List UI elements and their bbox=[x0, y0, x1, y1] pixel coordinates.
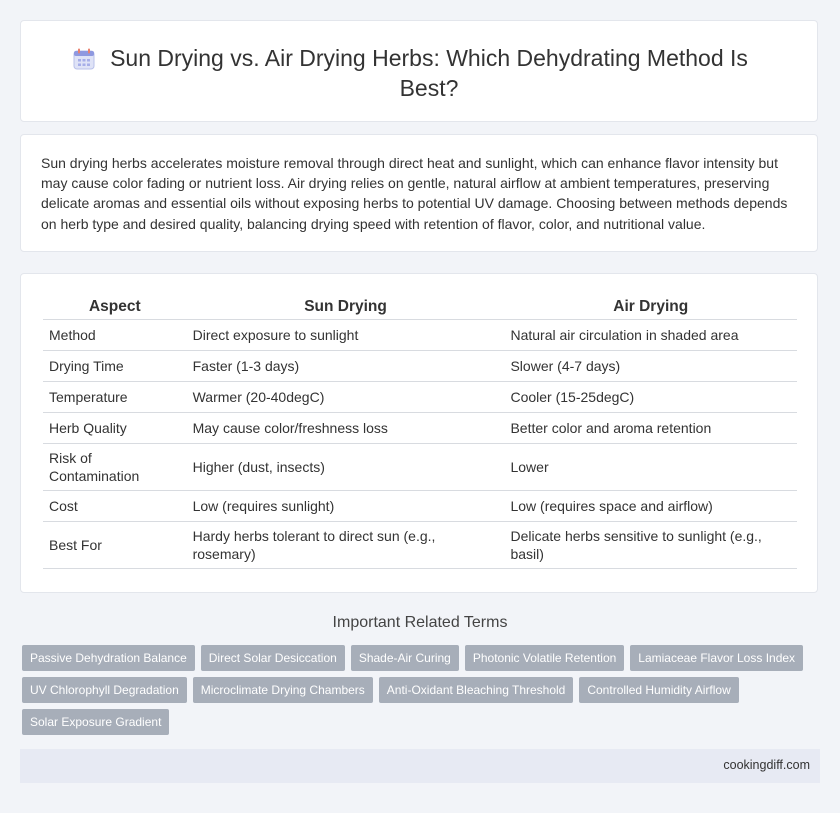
table-row: Best For Hardy herbs tolerant to direct … bbox=[43, 522, 797, 569]
related-term-tag[interactable]: Lamiaceae Flavor Loss Index bbox=[630, 645, 804, 671]
table-cell: Lower bbox=[504, 444, 797, 491]
table-row: Risk of Contamination Higher (dust, inse… bbox=[43, 444, 797, 491]
related-term-tag[interactable]: UV Chlorophyll Degradation bbox=[22, 677, 187, 703]
header-sun-drying: Sun Drying bbox=[186, 294, 505, 320]
table-cell: Delicate herbs sensitive to sunlight (e.… bbox=[504, 522, 797, 569]
table-row: Drying Time Faster (1-3 days) Slower (4-… bbox=[43, 351, 797, 382]
comparison-card: Aspect Sun Drying Air Drying Method Dire… bbox=[20, 273, 818, 593]
footer-site-link[interactable]: cookingdiff.com bbox=[723, 758, 810, 772]
table-cell: Natural air circulation in shaded area bbox=[504, 320, 797, 351]
table-cell: Risk of Contamination bbox=[43, 444, 187, 491]
table-cell: Herb Quality bbox=[43, 413, 187, 444]
title-card: Sun Drying vs. Air Drying Herbs: Which D… bbox=[20, 20, 818, 122]
table-cell: Drying Time bbox=[43, 351, 187, 382]
table-cell: Low (requires sunlight) bbox=[186, 491, 505, 522]
footer: cookingdiff.com bbox=[20, 749, 820, 783]
table-cell: Hardy herbs tolerant to direct sun (e.g.… bbox=[186, 522, 505, 569]
related-term-tag[interactable]: Controlled Humidity Airflow bbox=[579, 677, 739, 703]
intro-paragraph: Sun drying herbs accelerates moisture re… bbox=[41, 155, 788, 232]
table-row: Cost Low (requires sunlight) Low (requir… bbox=[43, 491, 797, 522]
table-cell: Direct exposure to sunlight bbox=[186, 320, 505, 351]
table-row: Herb Quality May cause color/freshness l… bbox=[43, 413, 797, 444]
header-aspect: Aspect bbox=[43, 294, 187, 320]
table-cell: Best For bbox=[43, 522, 187, 569]
table-cell: Slower (4-7 days) bbox=[504, 351, 797, 382]
related-term-tag[interactable]: Photonic Volatile Retention bbox=[464, 645, 625, 671]
related-terms-list: Passive Dehydration Balance Direct Solar… bbox=[22, 645, 822, 735]
related-term-tag[interactable]: Shade-Air Curing bbox=[350, 645, 459, 671]
table-cell: Faster (1-3 days) bbox=[186, 351, 505, 382]
table-cell: May cause color/freshness loss bbox=[186, 413, 505, 444]
related-term-tag[interactable]: Solar Exposure Gradient bbox=[22, 709, 170, 735]
table-cell: Better color and aroma retention bbox=[504, 413, 797, 444]
table-cell: Cost bbox=[43, 491, 187, 522]
related-term-tag[interactable]: Direct Solar Desiccation bbox=[200, 645, 345, 671]
table-row: Temperature Warmer (20-40degC) Cooler (1… bbox=[43, 382, 797, 413]
table-cell: Method bbox=[43, 320, 187, 351]
table-cell: Temperature bbox=[43, 382, 187, 413]
intro-card: Sun drying herbs accelerates moisture re… bbox=[20, 134, 818, 252]
header-air-drying: Air Drying bbox=[504, 294, 797, 320]
table-row: Method Direct exposure to sunlight Natur… bbox=[43, 320, 797, 351]
table-cell: Cooler (15-25degC) bbox=[504, 382, 797, 413]
related-term-tag[interactable]: Anti-Oxidant Bleaching Threshold bbox=[378, 677, 574, 703]
related-terms-title: Important Related Terms bbox=[332, 614, 508, 631]
related-term-tag[interactable]: Passive Dehydration Balance bbox=[22, 645, 195, 671]
comparison-table: Aspect Sun Drying Air Drying Method Dire… bbox=[43, 294, 797, 569]
page-title: Sun Drying vs. Air Drying Herbs: Which D… bbox=[110, 45, 748, 101]
table-cell: Higher (dust, insects) bbox=[186, 444, 505, 491]
table-header-row: Aspect Sun Drying Air Drying bbox=[43, 294, 797, 320]
related-term-tag[interactable]: Microclimate Drying Chambers bbox=[192, 677, 373, 703]
table-cell: Low (requires space and airflow) bbox=[504, 491, 797, 522]
table-cell: Warmer (20-40degC) bbox=[186, 382, 505, 413]
